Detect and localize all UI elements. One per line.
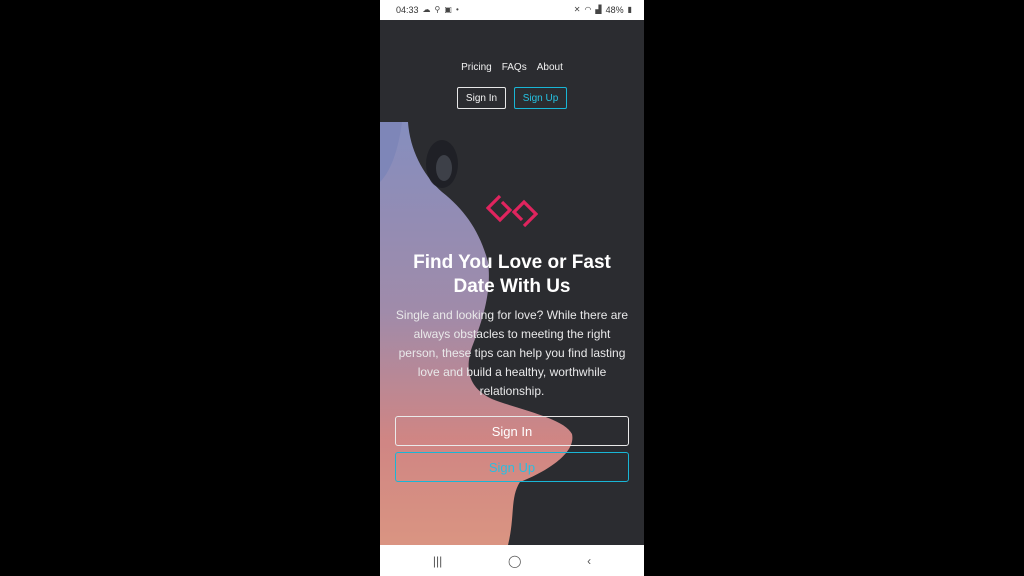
home-button[interactable]: ◯ [508,554,521,568]
cloud-icon: ☁ [422,5,431,14]
hero-section: Find You Love or Fast Date With Us Singl… [380,122,644,545]
hero-sign-up-button[interactable]: Sign Up [395,452,629,482]
header-buttons: Sign In Sign Up [380,87,644,109]
site-header: Pricing FAQs About Sign In Sign Up [380,20,644,122]
top-nav: Pricing FAQs About [380,62,644,73]
search-icon: ⚲ [434,5,441,14]
header-sign-in-button[interactable]: Sign In [457,87,506,109]
status-bar: 04:33 ☁ ⚲ ▣ • ✕ ◠ ▟ 48% ▮ [380,0,644,20]
battery-text: 48% [605,5,624,15]
hero-title: Find You Love or Fast Date With Us [413,252,611,297]
dot-icon: • [455,5,459,14]
heart-link-logo-icon [486,194,538,228]
nav-link-about[interactable]: About [537,62,563,73]
image-icon: ▣ [444,5,452,14]
nav-link-faqs[interactable]: FAQs [502,62,527,73]
nav-link-pricing[interactable]: Pricing [461,62,492,73]
battery-icon: ▮ [627,5,632,14]
recents-button[interactable]: ||| [433,554,442,568]
hero-sign-in-button[interactable]: Sign In [395,416,629,446]
hero-description: Single and looking for love? While there… [395,308,629,398]
phone-screen: 04:33 ☁ ⚲ ▣ • ✕ ◠ ▟ 48% ▮ Pricing FAQs A… [380,0,644,576]
header-sign-up-button[interactable]: Sign Up [514,87,567,109]
system-nav-bar: ||| ◯ ‹ [380,545,644,576]
mute-icon: ✕ [573,5,581,14]
wifi-icon: ◠ [584,5,592,14]
back-button[interactable]: ‹ [587,554,591,568]
status-time: 04:33 [396,5,419,15]
signal-icon: ▟ [595,5,602,14]
